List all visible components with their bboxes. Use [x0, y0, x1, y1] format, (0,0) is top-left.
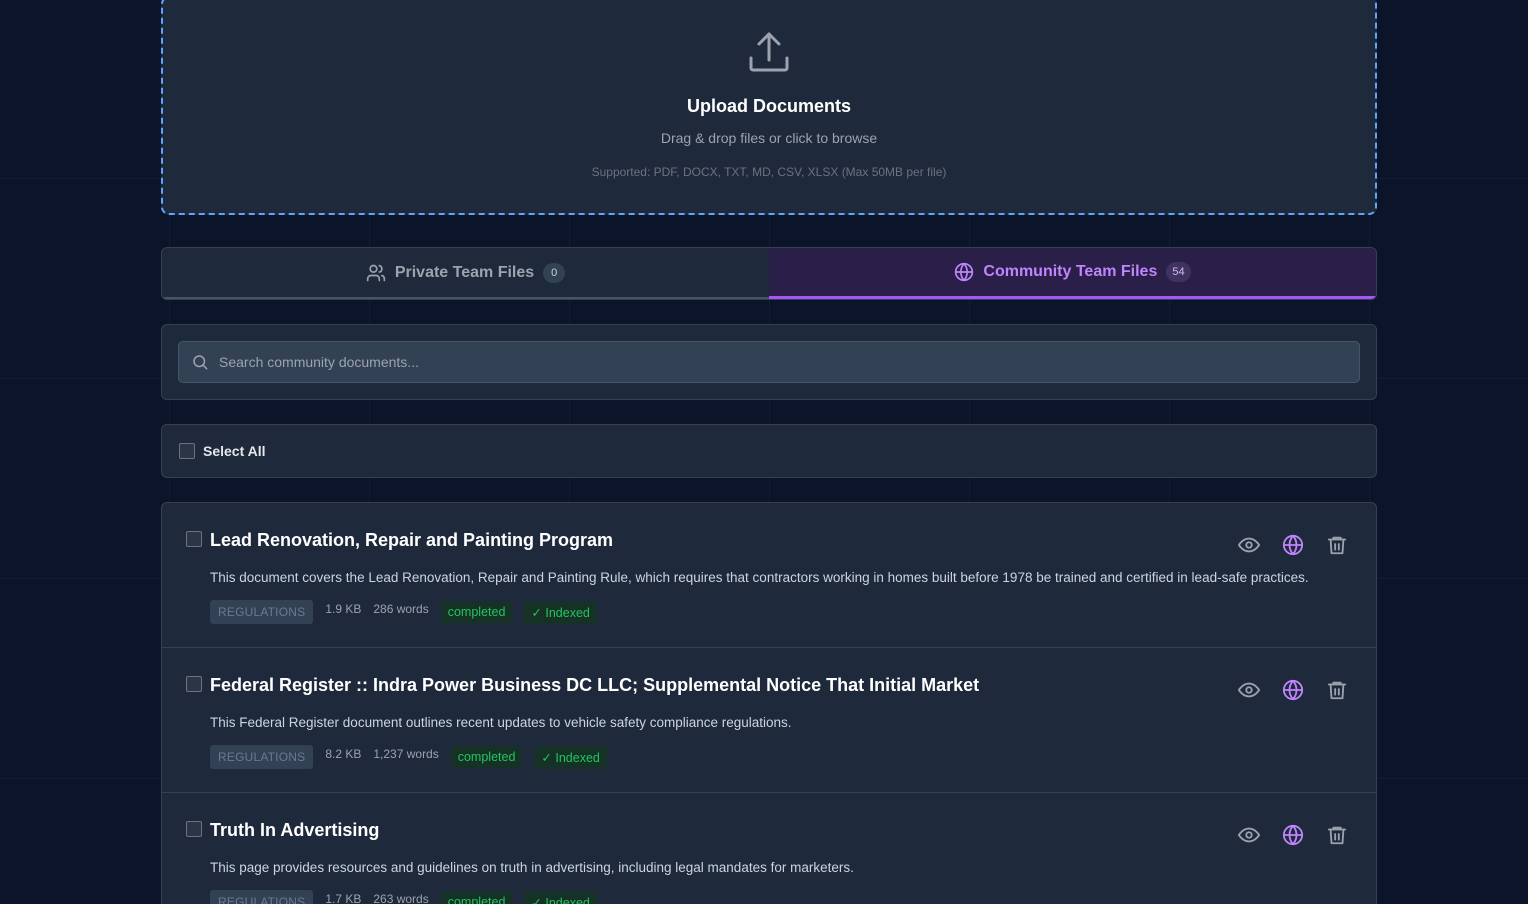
tab-label: Private Team Files — [394, 263, 535, 281]
document-description: This document covers the Lead Renovation… — [210, 570, 1309, 585]
tab-community-team-files[interactable]: Community Team Files 54 — [769, 248, 1376, 299]
indexed-badge: ✓ Indexed — [534, 745, 607, 769]
document-title[interactable]: Truth In Advertising — [210, 820, 379, 841]
indexed-badge: ✓ Indexed — [524, 890, 597, 904]
word-count: 286 words — [373, 602, 429, 616]
word-count: 1,237 words — [373, 747, 439, 761]
document-title[interactable]: Federal Register :: Indra Power Business… — [210, 675, 979, 696]
list-item: Federal Register :: Indra Power Business… — [162, 648, 1376, 793]
category-tag: REGULATIONS — [210, 600, 314, 624]
file-size: 8.2 KB — [325, 747, 362, 761]
document-meta: REGULATIONS 8.2 KB 1,237 words completed… — [210, 745, 607, 769]
trash-icon[interactable] — [1326, 824, 1348, 846]
document-description: This Federal Register document outlines … — [210, 715, 792, 730]
document-checkbox[interactable] — [186, 676, 202, 692]
file-size: 1.9 KB — [325, 602, 362, 616]
tab-label: Community Team Files — [983, 263, 1158, 280]
list-item: Truth In Advertising This page provides … — [162, 793, 1376, 904]
document-list: Lead Renovation, Repair and Painting Pro… — [161, 502, 1377, 904]
count-badge: 54 — [1166, 262, 1191, 282]
indexed-badge: ✓ Indexed — [524, 600, 597, 624]
select-all-checkbox[interactable] — [179, 443, 195, 459]
globe-icon[interactable] — [1282, 679, 1304, 701]
upload-title: Upload Documents — [686, 96, 851, 116]
document-meta: REGULATIONS 1.9 KB 286 words completed ✓… — [210, 600, 597, 624]
eye-icon[interactable] — [1238, 534, 1260, 556]
eye-icon[interactable] — [1238, 824, 1260, 846]
document-checkbox[interactable] — [186, 531, 202, 547]
status-badge: completed — [450, 746, 523, 768]
document-actions — [1238, 679, 1348, 701]
search-box — [178, 341, 1360, 383]
category-tag: REGULATIONS — [210, 745, 314, 769]
trash-icon[interactable] — [1326, 679, 1348, 701]
count-badge: 0 — [543, 262, 566, 283]
document-actions — [1238, 534, 1348, 556]
globe-icon — [955, 262, 974, 282]
select-all-label[interactable]: Select All — [203, 443, 266, 459]
users-icon — [366, 264, 385, 281]
document-description: This page provides resources and guideli… — [210, 860, 854, 875]
upload-dropzone[interactable]: Upload Documents Drag & drop files or cl… — [161, 0, 1377, 215]
upload-supported-formats: Supported: PDF, DOCX, TXT, MD, CSV, XLSX… — [591, 165, 947, 179]
globe-icon[interactable] — [1282, 534, 1304, 556]
select-all-bar: Select All — [161, 424, 1377, 478]
status-badge: completed — [440, 601, 513, 623]
globe-icon[interactable] — [1282, 824, 1304, 846]
tab-private-team-files[interactable]: Private Team Files 0 — [162, 248, 769, 299]
eye-icon[interactable] — [1238, 679, 1260, 701]
word-count: 263 words — [373, 892, 429, 904]
file-tabs: Private Team Files 0 Community Team File… — [161, 247, 1377, 300]
document-checkbox[interactable] — [186, 821, 202, 837]
search-input[interactable] — [219, 354, 1359, 370]
list-item: Lead Renovation, Repair and Painting Pro… — [162, 503, 1376, 648]
upload-subtitle: Drag & drop files or click to browse — [660, 130, 878, 146]
search-panel — [161, 324, 1377, 400]
trash-icon[interactable] — [1326, 534, 1348, 556]
category-tag: REGULATIONS — [210, 890, 314, 904]
document-meta: REGULATIONS 1.7 KB 263 words completed ✓… — [210, 890, 597, 904]
upload-icon — [749, 32, 789, 72]
document-title[interactable]: Lead Renovation, Repair and Painting Pro… — [210, 530, 613, 551]
document-actions — [1238, 824, 1348, 846]
search-icon — [193, 355, 208, 370]
status-badge: completed — [440, 891, 513, 904]
file-size: 1.7 KB — [325, 892, 362, 904]
